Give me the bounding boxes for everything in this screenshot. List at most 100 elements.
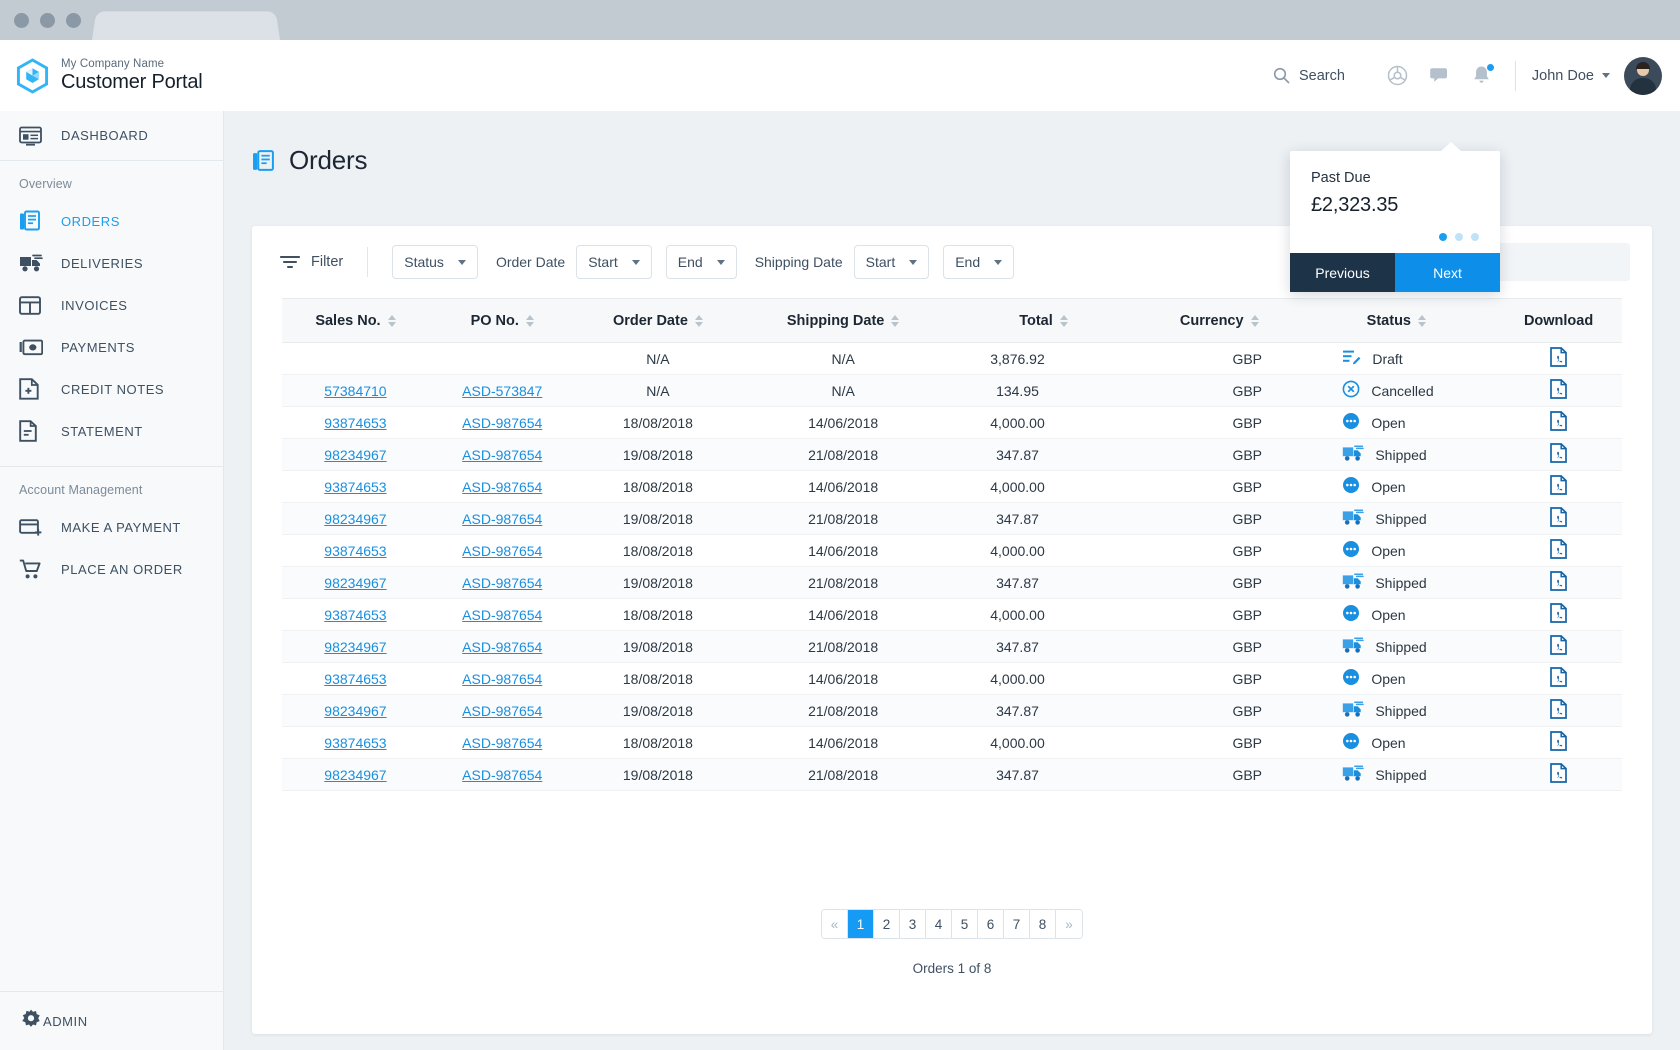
status-filter-dropdown[interactable]: Status [392,245,478,279]
po-no-link[interactable]: ASD-987654 [462,703,542,719]
po-no-link[interactable]: ASD-987654 [462,735,542,751]
po-no-link[interactable]: ASD-987654 [462,479,542,495]
po-no-link[interactable]: ASD-987654 [462,543,542,559]
shipping-date-end-dropdown[interactable]: End [943,245,1014,279]
sort-icon[interactable] [1418,315,1426,327]
sales-no-link[interactable]: 57384710 [324,383,386,399]
po-no-link[interactable]: ASD-573847 [462,383,542,399]
window-maximize-dot[interactable] [66,13,81,28]
column-header-po-no[interactable]: PO No. [429,299,576,343]
avatar[interactable] [1624,57,1662,95]
pagination-page-2[interactable]: 2 [874,910,900,938]
window-close-dot[interactable] [14,13,29,28]
pdf-icon[interactable] [1550,475,1567,495]
filter-button[interactable]: Filter [280,254,343,270]
carousel-dot-2[interactable] [1455,233,1463,241]
popup-next-button[interactable]: Next [1395,253,1500,292]
sidebar-item-orders[interactable]: ORDERS [0,200,223,242]
pdf-icon[interactable] [1550,763,1567,783]
pagination-page-3[interactable]: 3 [900,910,926,938]
cell-shipping-date: 21/08/2018 [740,759,946,791]
window-minimize-dot[interactable] [40,13,55,28]
column-header-order-date[interactable]: Order Date [576,299,741,343]
order-date-end-dropdown[interactable]: End [666,245,737,279]
column-header-sales-no[interactable]: Sales No. [282,299,429,343]
pdf-icon[interactable] [1550,411,1567,431]
cell-download [1495,343,1622,375]
po-no-link[interactable]: ASD-987654 [462,447,542,463]
pdf-icon[interactable] [1550,379,1567,399]
sales-no-link[interactable]: 93874653 [324,735,386,751]
column-header-status[interactable]: Status [1298,299,1496,343]
sort-icon[interactable] [1251,315,1259,327]
sales-no-link[interactable]: 98234967 [324,767,386,783]
po-no-link[interactable]: ASD-987654 [462,511,542,527]
po-no-link[interactable]: ASD-987654 [462,671,542,687]
po-no-link[interactable]: ASD-987654 [462,575,542,591]
pagination-page-6[interactable]: 6 [978,910,1004,938]
sort-icon[interactable] [1060,315,1068,327]
sales-no-link[interactable]: 93874653 [324,543,386,559]
pdf-icon[interactable] [1550,667,1567,687]
pdf-icon[interactable] [1550,635,1567,655]
sidebar-item-deliveries[interactable]: DELIVERIES [0,242,223,284]
pagination-page-1[interactable]: 1 [848,910,874,938]
column-header-total[interactable]: Total [946,299,1141,343]
sidebar-item-statement[interactable]: STATEMENT [0,410,223,452]
sidebar-item-dashboard[interactable]: DASHBOARD [0,111,223,161]
sales-no-link[interactable]: 93874653 [324,607,386,623]
pagination-page-8[interactable]: 8 [1030,910,1056,938]
pdf-icon[interactable] [1550,571,1567,591]
po-no-link[interactable]: ASD-987654 [462,767,542,783]
sidebar-item-place-an-order[interactable]: PLACE AN ORDER [0,548,223,590]
apps-button[interactable] [1377,55,1419,97]
pdf-icon[interactable] [1550,347,1567,367]
sort-icon[interactable] [695,315,703,327]
sales-no-link[interactable]: 93874653 [324,479,386,495]
cell-shipping-date: 14/06/2018 [740,663,946,695]
carousel-dot-1[interactable] [1439,233,1447,241]
pagination-page-7[interactable]: 7 [1004,910,1030,938]
column-header-currency[interactable]: Currency [1141,299,1298,343]
messages-button[interactable] [1419,55,1461,97]
sort-icon[interactable] [526,315,534,327]
sidebar-item-credit-notes[interactable]: CREDIT NOTES [0,368,223,410]
sales-no-link[interactable]: 98234967 [324,575,386,591]
pdf-icon[interactable] [1550,731,1567,751]
sort-icon[interactable] [388,315,396,327]
cell-shipping-date: 14/06/2018 [740,407,946,439]
popup-previous-button[interactable]: Previous [1290,253,1395,292]
brand[interactable]: My Company Name Customer Portal [0,58,224,94]
shipping-date-start-dropdown[interactable]: Start [854,245,930,279]
sales-no-link[interactable]: 98234967 [324,447,386,463]
carousel-dot-3[interactable] [1471,233,1479,241]
pagination-page-4[interactable]: 4 [926,910,952,938]
sales-no-link[interactable]: 98234967 [324,511,386,527]
sidebar-item-payments[interactable]: PAYMENTS [0,326,223,368]
pdf-icon[interactable] [1550,603,1567,623]
pdf-icon[interactable] [1550,539,1567,559]
pdf-icon[interactable] [1550,507,1567,527]
order-date-start-dropdown[interactable]: Start [576,245,652,279]
pagination-first[interactable]: « [822,910,848,938]
user-menu[interactable]: John Doe [1532,68,1610,84]
po-no-link[interactable]: ASD-987654 [462,607,542,623]
sidebar-item-make-a-payment[interactable]: MAKE A PAYMENT [0,506,223,548]
sort-icon[interactable] [891,315,899,327]
pagination-page-5[interactable]: 5 [952,910,978,938]
sidebar-item-label: PLACE AN ORDER [61,562,183,577]
pagination-last[interactable]: » [1056,910,1082,938]
pdf-icon[interactable] [1550,443,1567,463]
sidebar-item-invoices[interactable]: INVOICES [0,284,223,326]
sidebar-item-admin[interactable]: ADMIN [0,991,224,1050]
column-header-shipping-date[interactable]: Shipping Date [740,299,946,343]
header-search-button[interactable]: Search [1273,67,1345,84]
sales-no-link[interactable]: 98234967 [324,703,386,719]
notifications-button[interactable] [1461,55,1503,97]
sales-no-link[interactable]: 93874653 [324,671,386,687]
po-no-link[interactable]: ASD-987654 [462,415,542,431]
pdf-icon[interactable] [1550,699,1567,719]
sales-no-link[interactable]: 93874653 [324,415,386,431]
sales-no-link[interactable]: 98234967 [324,639,386,655]
po-no-link[interactable]: ASD-987654 [462,639,542,655]
